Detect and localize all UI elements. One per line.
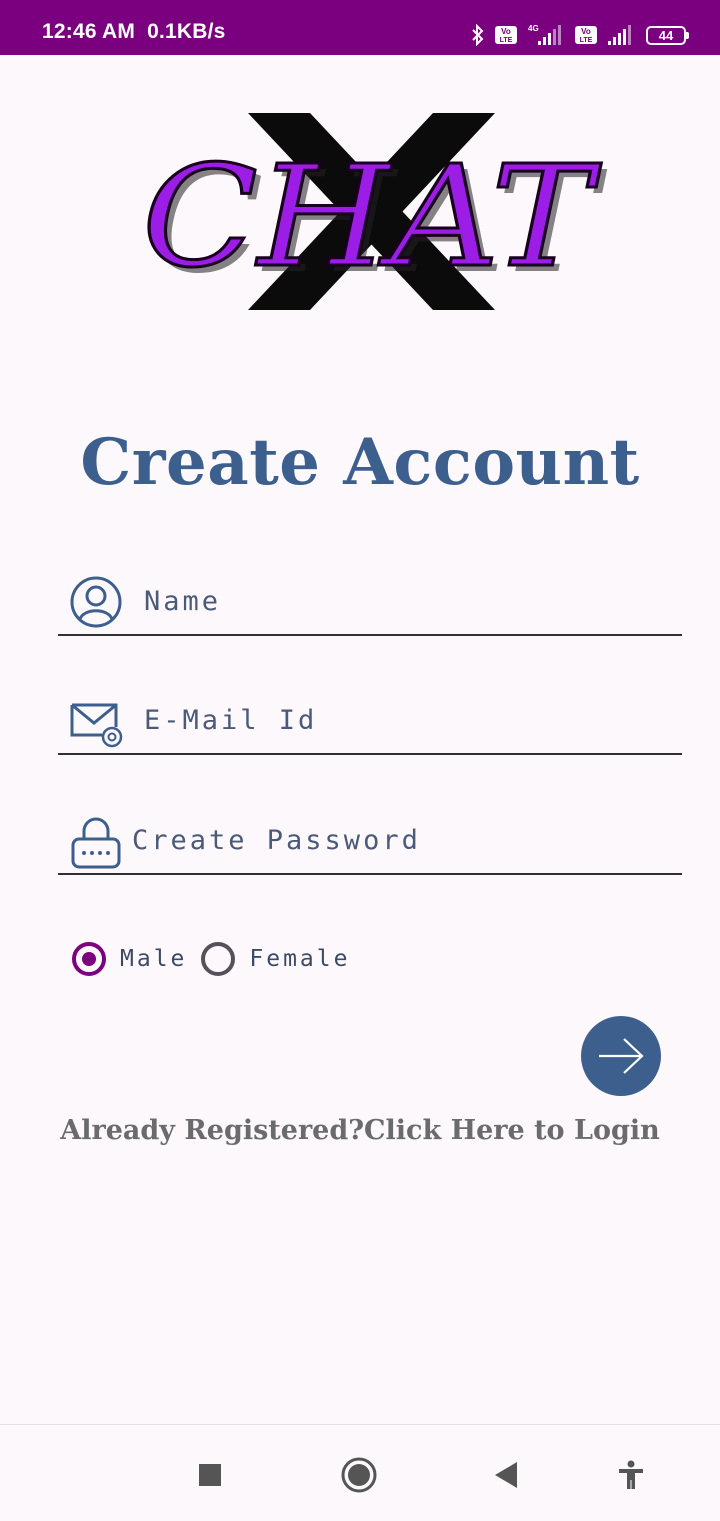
status-icons: Vo LTE 4G Vo LTE 44 <box>470 20 689 50</box>
recents-button[interactable] <box>188 1453 232 1497</box>
email-field <box>58 683 682 755</box>
radio-female-label[interactable]: Female <box>249 946 350 972</box>
signal-icon <box>608 25 631 45</box>
svg-text:4G: 4G <box>528 24 539 33</box>
xchat-logo-image: CHAT CHAT <box>141 113 607 310</box>
battery-icon: 44 <box>646 25 689 45</box>
svg-text:LTE: LTE <box>500 37 513 44</box>
svg-text:Vo: Vo <box>501 27 511 36</box>
battery-level: 44 <box>658 27 674 43</box>
home-circle-icon <box>341 1457 377 1493</box>
email-input[interactable] <box>142 697 666 743</box>
password-field <box>58 803 682 875</box>
back-button[interactable] <box>484 1453 528 1497</box>
system-nav-bar <box>0 1424 720 1521</box>
accessibility-button[interactable] <box>609 1453 653 1497</box>
status-time: 12:46 AM 0.1KB/s <box>42 20 226 44</box>
volte-icon-2: Vo LTE <box>575 26 597 44</box>
login-link[interactable]: Already Registered?Click Here to Login <box>0 1115 720 1146</box>
arrow-right-icon <box>599 1038 644 1074</box>
radio-male-label[interactable]: Male <box>120 946 187 972</box>
svg-text:LTE: LTE <box>580 37 593 44</box>
back-triangle-icon <box>495 1462 517 1488</box>
volte-icon: Vo LTE <box>495 26 517 44</box>
app-logo: CHAT CHAT <box>130 105 610 320</box>
radio-male[interactable]: Male <box>72 942 187 976</box>
name-input[interactable] <box>142 578 666 624</box>
recents-square-icon <box>199 1464 221 1486</box>
password-input[interactable] <box>130 817 654 863</box>
accessibility-icon <box>619 1460 643 1489</box>
name-field <box>58 564 682 636</box>
radio-male-indicator[interactable] <box>72 942 106 976</box>
status-bar: 12:46 AM 0.1KB/s Vo LTE 4G Vo LTE 44 <box>0 0 720 55</box>
radio-female[interactable]: Female <box>201 942 350 976</box>
bluetooth-icon <box>472 24 484 46</box>
network-speed: 0.1KB/s <box>147 20 226 43</box>
user-circle-icon <box>70 576 122 628</box>
svg-text:CHAT: CHAT <box>142 136 601 299</box>
lock-icon <box>71 817 121 869</box>
submit-button[interactable] <box>581 1016 661 1096</box>
page-title: Create Account <box>80 425 640 500</box>
gender-radio-group: Male Female <box>72 937 364 981</box>
svg-text:Vo: Vo <box>581 27 591 36</box>
signal-4g-icon: 4G <box>528 24 561 45</box>
home-button[interactable] <box>337 1453 381 1497</box>
radio-female-indicator[interactable] <box>201 942 236 976</box>
mail-at-icon <box>70 703 123 748</box>
clock: 12:46 AM <box>42 20 136 43</box>
